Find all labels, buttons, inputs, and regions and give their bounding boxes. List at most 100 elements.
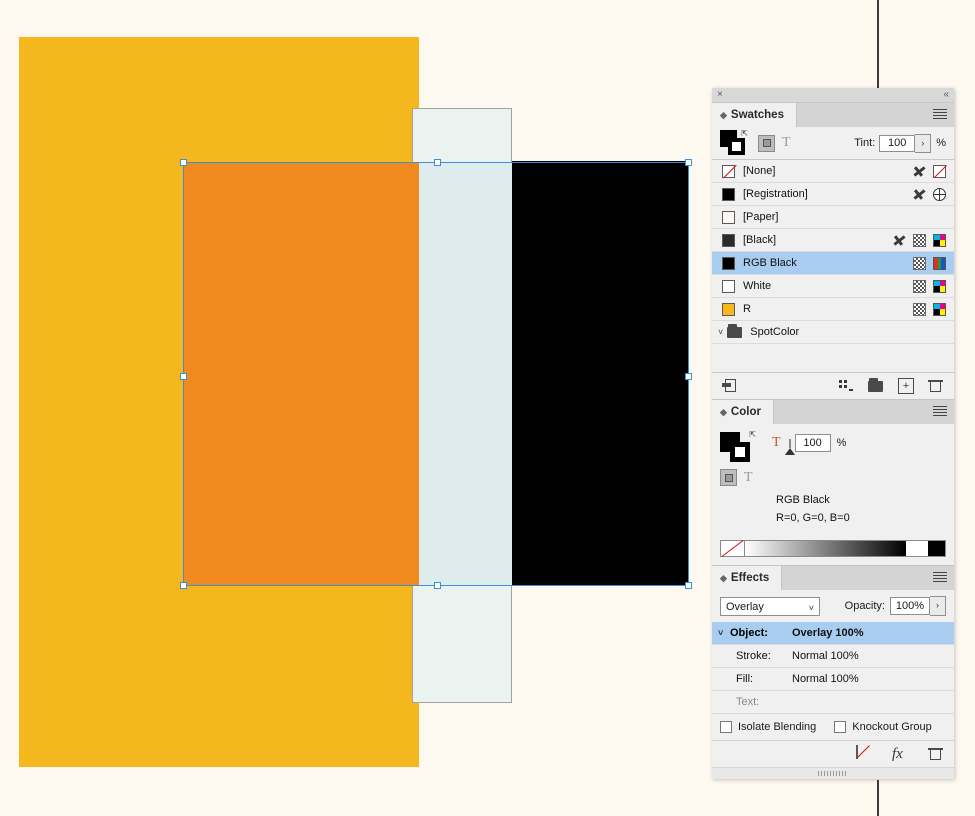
fill-stroke-proxy[interactable]: ⇱	[720, 130, 748, 156]
chevron-down-icon[interactable]: ˅	[718, 628, 730, 638]
effects-checkbox-row: Isolate Blending Knockout Group	[712, 714, 954, 741]
tab-swatches-label: Swatches	[731, 109, 784, 121]
checkbox-icon[interactable]	[834, 721, 846, 733]
swatch-icons	[913, 188, 946, 201]
color-fill-stroke-proxy[interactable]: ⇱	[720, 432, 754, 462]
swatch-color-chip	[722, 257, 735, 270]
collapse-panel-icon[interactable]: «	[943, 88, 948, 101]
stroke-proxy-icon[interactable]	[728, 138, 745, 155]
delete-swatch-icon[interactable]	[928, 378, 944, 394]
chevron-down-icon: ˅	[809, 599, 814, 617]
spectrum-ramp[interactable]	[745, 541, 906, 556]
current-swatch-name: RGB Black	[776, 494, 954, 506]
delete-effect-icon[interactable]	[928, 746, 944, 762]
spectrum-none-icon[interactable]	[721, 541, 745, 556]
cmyk-mode-icon	[933, 280, 946, 293]
swatch-row[interactable]: White	[712, 275, 954, 298]
swatch-icons	[913, 280, 946, 293]
color-tint-input[interactable]: 100	[795, 434, 831, 452]
lock-swatch-icon	[913, 165, 926, 178]
isolate-blending-label: Isolate Blending	[738, 721, 816, 733]
swatches-header: ⇱ T Tint: 100 › %	[712, 127, 954, 159]
effects-row[interactable]: ˅Object:Overlay 100%	[712, 622, 954, 645]
swatch-color-chip	[722, 303, 735, 316]
effects-row[interactable]: Stroke:Normal 100%	[712, 645, 954, 668]
effects-row-label: Stroke:	[736, 650, 792, 662]
fx-icon[interactable]: fx	[892, 746, 908, 762]
app-root: × « ◆ Swatches ⇱ T Tint: 100 ›	[0, 0, 975, 816]
overlay-segment-black	[512, 162, 689, 586]
color-apply-to-text-icon[interactable]: T	[744, 470, 753, 486]
swatches-panel-menu-icon[interactable]	[933, 109, 947, 120]
swatch-name: [Registration]	[743, 188, 913, 200]
effects-footer: fx	[712, 741, 954, 767]
effects-row[interactable]: Text:	[712, 691, 954, 714]
knockout-group-checkbox[interactable]: Knockout Group	[834, 721, 932, 733]
fx-label: fx	[892, 746, 903, 762]
checkbox-icon[interactable]	[720, 721, 732, 733]
effects-tabbar: ◆ Effects	[712, 565, 954, 590]
swap-fill-stroke-icon[interactable]: ⇱	[741, 129, 748, 138]
tint-slider[interactable]	[789, 439, 791, 448]
swatch-name: R	[743, 303, 913, 315]
effects-row-label: Text:	[736, 696, 792, 708]
dock-resize-grip[interactable]	[712, 767, 954, 779]
tint-input[interactable]: 100	[879, 135, 915, 152]
tint-slider-row: T 100 %	[772, 432, 846, 454]
effects-rows[interactable]: ˅Object:Overlay 100%Stroke:Normal 100%Fi…	[712, 622, 954, 714]
color-spectrum-bar[interactable]	[720, 540, 946, 557]
tab-swatches[interactable]: ◆ Swatches	[712, 103, 797, 127]
swatch-color-chip	[722, 211, 735, 224]
color-apply-to-frame-button[interactable]	[720, 469, 737, 486]
swap-fill-stroke-icon[interactable]: ⇱	[749, 430, 756, 439]
page-edge-guide-top	[877, 0, 879, 90]
swatch-group-spotcolor[interactable]: ˅ SpotColor	[712, 321, 954, 344]
knockout-group-label: Knockout Group	[852, 721, 932, 733]
tint-stepper-icon[interactable]: ›	[915, 134, 931, 153]
blend-mode-select[interactable]: Overlay ˅	[720, 597, 820, 616]
new-swatch-icon[interactable]: +	[898, 378, 914, 394]
cmyk-mode-icon	[933, 303, 946, 316]
rgb-mode-icon	[933, 257, 946, 270]
checkerboard-icon	[913, 234, 926, 247]
tint-slider-thumb[interactable]	[785, 448, 795, 455]
swatch-row[interactable]: [Black]	[712, 229, 954, 252]
spectrum-white-swatch[interactable]	[906, 541, 928, 556]
selected-overlay-rectangle[interactable]	[183, 162, 689, 586]
opacity-stepper-icon[interactable]: ›	[930, 596, 946, 616]
import-swatches-icon[interactable]	[722, 378, 738, 394]
new-color-group-icon[interactable]	[838, 378, 854, 394]
effects-panel-menu-icon[interactable]	[933, 572, 947, 583]
tab-effects[interactable]: ◆ Effects	[712, 566, 782, 590]
opacity-input[interactable]: 100%	[890, 597, 930, 615]
swatch-row[interactable]: [Registration]	[712, 183, 954, 206]
swatch-row[interactable]: [Paper]	[712, 206, 954, 229]
swatches-tabbar: ◆ Swatches	[712, 103, 954, 127]
color-info: RGB Black R=0, G=0, B=0	[712, 488, 954, 524]
overlay-segment-orange	[183, 162, 419, 586]
current-swatch-values: R=0, G=0, B=0	[776, 512, 954, 524]
swatches-list[interactable]: [None] [Registration] [Paper][Black]RGB Bl…	[712, 159, 954, 321]
color-panel-menu-icon[interactable]	[933, 406, 947, 417]
new-swatch-group-icon[interactable]	[868, 378, 884, 394]
panel-grip-icon: ◆	[720, 573, 727, 584]
spectrum-black-swatch[interactable]	[928, 541, 945, 556]
swatch-row[interactable]: [None]	[712, 160, 954, 183]
dock-titlebar[interactable]: × «	[712, 88, 954, 103]
swatch-row[interactable]: R	[712, 298, 954, 321]
swatch-color-chip	[722, 280, 735, 293]
isolate-blending-checkbox[interactable]: Isolate Blending	[720, 721, 816, 733]
chevron-down-icon[interactable]: ˅	[718, 327, 723, 337]
effects-row[interactable]: Fill:Normal 100%	[712, 668, 954, 691]
lock-swatch-icon	[913, 188, 926, 201]
swatch-row[interactable]: RGB Black	[712, 252, 954, 275]
apply-to-frame-button[interactable]	[758, 135, 775, 152]
tint-unit-label: %	[936, 137, 946, 149]
apply-to-text-icon[interactable]: T	[782, 135, 791, 151]
cmyk-mode-icon	[933, 234, 946, 247]
tab-color[interactable]: ◆ Color	[712, 400, 774, 424]
color-stroke-proxy-icon[interactable]	[730, 442, 750, 462]
swatch-group-label: SpotColor	[750, 326, 946, 338]
close-icon[interactable]: ×	[717, 89, 723, 101]
clear-effects-icon[interactable]	[856, 746, 872, 762]
